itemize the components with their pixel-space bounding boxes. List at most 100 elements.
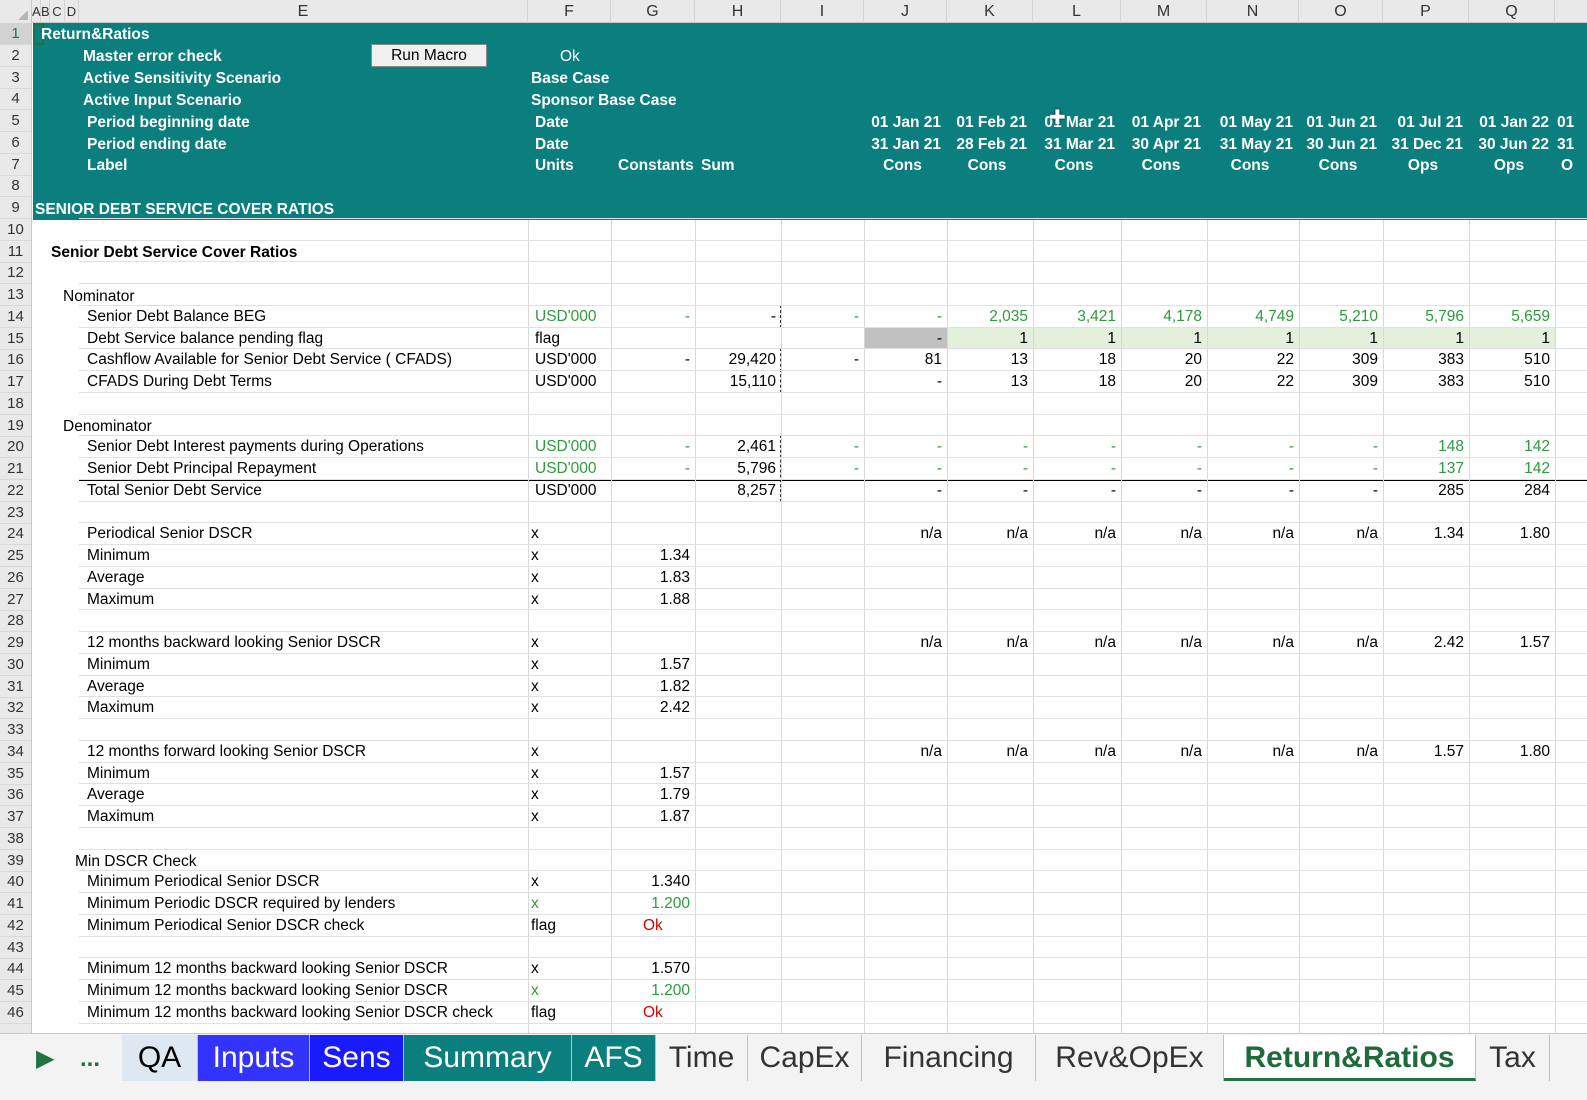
ratio-value[interactable]: n/a [1299, 632, 1378, 654]
period-value[interactable]: - [864, 436, 942, 458]
tab-financing[interactable]: Financing [862, 1035, 1036, 1081]
stat-value[interactable]: 1.88 [611, 589, 690, 611]
period-value[interactable]: - [1033, 458, 1116, 480]
column-header-f[interactable]: F [528, 0, 611, 23]
check-value[interactable]: 1.570 [611, 958, 690, 980]
column-header-j[interactable]: J [864, 0, 947, 23]
period-value[interactable]: 5,796 [1383, 306, 1464, 328]
row-header-21[interactable]: 21 [0, 458, 31, 480]
period-value[interactable]: 383 [1383, 349, 1464, 371]
ratio-value[interactable]: n/a [864, 523, 942, 545]
ratio-value[interactable]: n/a [1207, 632, 1294, 654]
period-value[interactable]: - [1207, 458, 1294, 480]
row-header-8[interactable]: 8 [0, 175, 31, 197]
row-header-37[interactable]: 37 [0, 806, 31, 828]
ratio-value[interactable]: n/a [1033, 632, 1116, 654]
period-value[interactable]: - [1299, 480, 1378, 502]
row-header-45[interactable]: 45 [0, 980, 31, 1002]
period-value[interactable]: - [1033, 480, 1116, 502]
row-header-40[interactable]: 40 [0, 871, 31, 893]
select-all-corner[interactable] [0, 0, 32, 23]
row-header-46[interactable]: 46 [0, 1002, 31, 1024]
ratio-value[interactable]: n/a [1121, 741, 1202, 763]
column-header-n[interactable]: N [1207, 0, 1299, 23]
row-header-13[interactable]: 13 [0, 284, 31, 306]
tab-time[interactable]: Time [656, 1035, 748, 1081]
period-value[interactable]: - [1033, 436, 1116, 458]
period-value[interactable]: 383 [1383, 371, 1464, 393]
period-value[interactable]: 13 [947, 371, 1028, 393]
column-header-d[interactable]: D [65, 0, 79, 23]
tab-qa[interactable]: QA [122, 1035, 198, 1081]
row-header-4[interactable]: 4 [0, 88, 31, 110]
row-header-34[interactable]: 34 [0, 741, 31, 763]
row-header-2[interactable]: 2 [0, 45, 31, 67]
stat-value[interactable]: 1.79 [611, 784, 690, 806]
column-header-q[interactable]: Q [1469, 0, 1555, 23]
column-header-k[interactable]: K [947, 0, 1033, 23]
row-header-7[interactable]: 7 [0, 154, 31, 176]
stat-value[interactable]: 1.34 [611, 545, 690, 567]
row-header-31[interactable]: 31 [0, 676, 31, 698]
row-header-5[interactable]: 5 [0, 110, 31, 132]
ratio-value[interactable]: n/a [1033, 741, 1116, 763]
period-value[interactable]: - [864, 328, 942, 350]
period-value[interactable]: 137 [1383, 458, 1464, 480]
column-header-i[interactable]: I [781, 0, 864, 23]
ratio-value[interactable]: n/a [947, 523, 1028, 545]
more-sheets-button[interactable]: ... [80, 1036, 100, 1082]
period-value[interactable]: 5,659 [1469, 306, 1550, 328]
tab-rev-opex[interactable]: Rev&OpEx [1036, 1035, 1224, 1081]
column-header-c[interactable]: C [50, 0, 65, 23]
period-value[interactable]: - [864, 306, 942, 328]
row-header-38[interactable]: 38 [0, 828, 31, 850]
period-value[interactable]: 22 [1207, 349, 1294, 371]
row-header-28[interactable]: 28 [0, 610, 31, 632]
ratio-value[interactable]: n/a [1033, 523, 1116, 545]
period-value[interactable]: 20 [1121, 371, 1202, 393]
period-value[interactable]: 1 [1207, 328, 1294, 350]
ratio-value[interactable]: n/a [864, 741, 942, 763]
tab-capex[interactable]: CapEx [748, 1035, 862, 1081]
period-value[interactable]: 285 [1383, 480, 1464, 502]
column-header-b[interactable]: B [41, 0, 50, 23]
row-header-32[interactable]: 32 [0, 697, 31, 719]
period-value[interactable]: 510 [1469, 371, 1550, 393]
row-header-22[interactable]: 22 [0, 480, 31, 502]
period-value[interactable]: 309 [1299, 371, 1378, 393]
tab-summary[interactable]: Summary [404, 1035, 572, 1081]
row-header-29[interactable]: 29 [0, 632, 31, 654]
check-value[interactable]: 1.340 [611, 871, 690, 893]
ratio-value[interactable]: n/a [1121, 523, 1202, 545]
period-value[interactable]: 148 [1383, 436, 1464, 458]
period-value[interactable]: 284 [1469, 480, 1550, 502]
period-value[interactable]: - [1207, 480, 1294, 502]
period-value[interactable]: 4,178 [1121, 306, 1202, 328]
ratio-value[interactable]: n/a [1299, 741, 1378, 763]
stat-value[interactable]: 2.42 [611, 697, 690, 719]
column-header-g[interactable]: G [611, 0, 695, 23]
ratio-value[interactable]: 1.57 [1383, 741, 1464, 763]
period-value[interactable]: 13 [947, 349, 1028, 371]
row-header-10[interactable]: 10 [0, 219, 31, 241]
tab-tax[interactable]: Tax [1476, 1035, 1550, 1081]
column-header-e[interactable]: E [79, 0, 528, 23]
tab-sens[interactable]: Sens [310, 1035, 404, 1081]
period-value[interactable]: - [1121, 436, 1202, 458]
period-value[interactable]: 1 [1383, 328, 1464, 350]
stat-value[interactable]: 1.57 [611, 654, 690, 676]
period-value[interactable]: - [864, 458, 942, 480]
period-value[interactable]: - [1121, 458, 1202, 480]
column-header-h[interactable]: H [695, 0, 781, 23]
row-header-9[interactable]: 9 [0, 197, 31, 219]
ratio-value[interactable]: 2.42 [1383, 632, 1464, 654]
period-value[interactable]: 20 [1121, 349, 1202, 371]
tab-afs[interactable]: AFS [572, 1035, 656, 1081]
column-header-l[interactable]: L [1033, 0, 1121, 23]
row-header-19[interactable]: 19 [0, 415, 31, 437]
period-value[interactable]: - [1299, 436, 1378, 458]
row-header-30[interactable]: 30 [0, 654, 31, 676]
ratio-value[interactable]: 1.80 [1469, 741, 1550, 763]
row-header-27[interactable]: 27 [0, 589, 31, 611]
row-header-11[interactable]: 11 [0, 241, 31, 263]
